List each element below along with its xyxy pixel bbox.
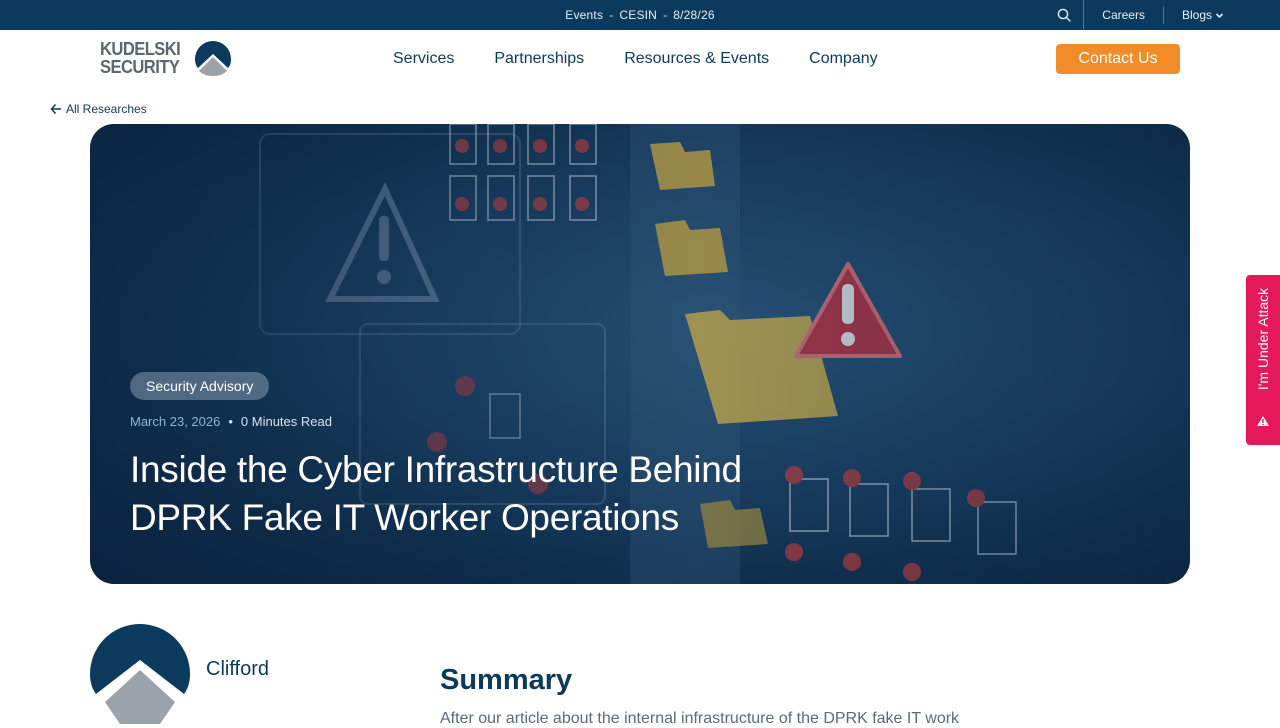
back-link-label: All Researches [66, 102, 147, 116]
nav-item-partnerships[interactable]: Partnerships [494, 50, 584, 68]
summary-heading: Summary [440, 664, 573, 696]
announcement-separator: - [609, 8, 614, 22]
nav-item-resources-events[interactable]: Resources & Events [624, 50, 769, 68]
logo-mark-icon [195, 41, 231, 76]
chevron-down-icon [1215, 12, 1224, 18]
primary-nav: Services Partnerships Resources & Events… [393, 50, 878, 68]
top-bar: Events - CESIN -8/28/26 Careers Blogs [0, 0, 1280, 30]
author-name[interactable]: Clifford [206, 658, 269, 681]
summary-body-text: After our article about the internal inf… [440, 710, 960, 727]
article-title: Inside the Cyber Infrastructure Behind D… [130, 449, 742, 538]
post-date: March 23, 2026 [130, 414, 221, 429]
under-attack-label: I'm Under Attack [1255, 287, 1271, 391]
contact-us-button[interactable]: Contact Us [1056, 44, 1180, 74]
read-time: 0 Minutes Read [240, 414, 332, 429]
careers-link[interactable]: Careers [1084, 6, 1164, 24]
category-tag[interactable]: Security Advisory [130, 372, 270, 400]
logo-line-1: KUDELSKI [100, 39, 181, 59]
logo-line-2: SECURITY [100, 57, 180, 77]
blogs-label: Blogs [1181, 8, 1212, 22]
search-icon [1057, 8, 1071, 22]
search-button[interactable] [1044, 0, 1085, 30]
back-to-researches-link[interactable]: All Researches [50, 102, 147, 116]
kudelski-logo[interactable]: KUDELSKI SECURITY [100, 39, 232, 79]
announcement-separator: - [663, 8, 668, 22]
announcement-date: 8/28/26 [673, 8, 715, 22]
nav-item-services[interactable]: Services [393, 50, 454, 68]
alert-megaphone-icon [1257, 416, 1269, 426]
under-attack-tab[interactable]: I'm Under Attack [1246, 275, 1280, 445]
arrow-left-icon [50, 104, 61, 114]
blogs-dropdown[interactable]: Blogs [1164, 6, 1224, 24]
post-meta: March 23, 2026 • 0 Minutes Read [130, 414, 332, 429]
author-avatar [90, 624, 190, 724]
hero-banner: Security Advisory March 23, 2026 • 0 Min… [90, 124, 1190, 584]
meta-separator: • [228, 414, 233, 429]
utility-links: Careers Blogs [1044, 0, 1224, 30]
main-header: KUDELSKI SECURITY Services Partnerships … [0, 30, 1280, 90]
nav-item-company[interactable]: Company [809, 50, 877, 68]
announcement-event: CESIN [619, 8, 658, 22]
announcement-label: Events [565, 8, 604, 22]
logo-wordmark: KUDELSKI SECURITY [100, 39, 181, 77]
